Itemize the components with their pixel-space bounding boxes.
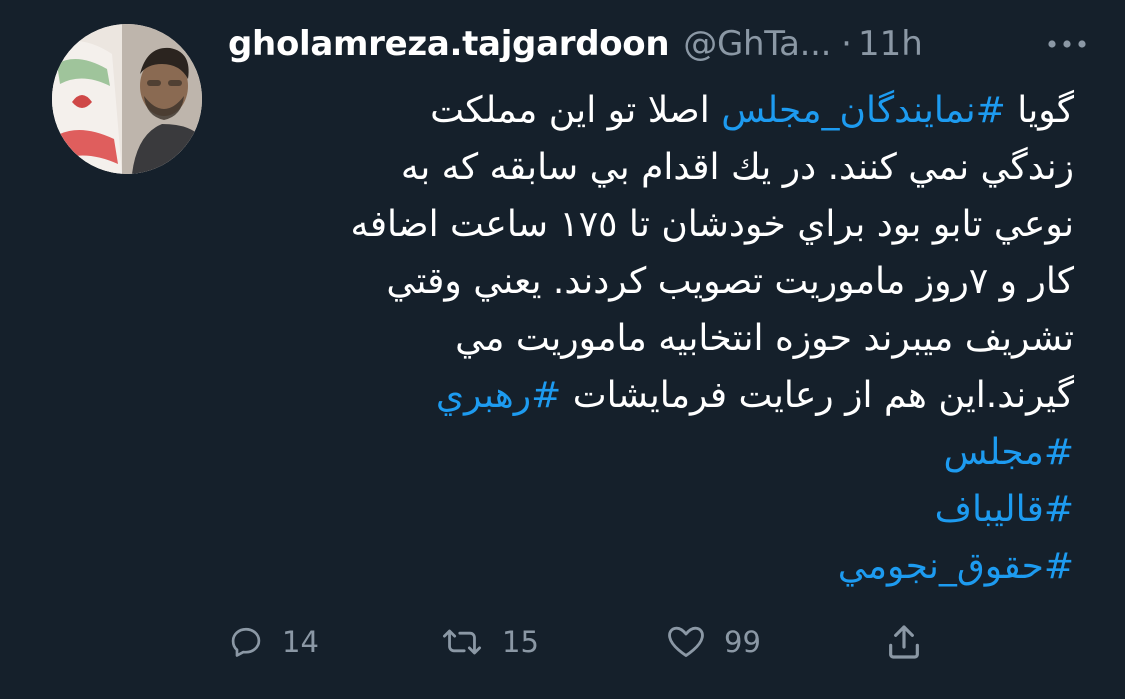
reply-icon bbox=[231, 627, 261, 657]
tweet-text-segment: كار و ٧روز ماموريت تصويب كردند. يعني وقت… bbox=[386, 261, 1074, 302]
header-separator: · bbox=[841, 24, 852, 64]
tweet-text-segment: تشريف ميبرند حوزه انتخابيه ماموريت مي bbox=[455, 318, 1074, 359]
hashtag-link[interactable]: #قاليباف bbox=[935, 489, 1074, 530]
tweet-text-segment: زندگي نمي كنند. در يك اقدام بي سابقه كه … bbox=[400, 147, 1074, 188]
tweet-text-line: #حقوق_نجومي bbox=[238, 538, 1074, 595]
hashtag-link[interactable]: #مجلس bbox=[944, 432, 1075, 473]
tweet-text-segment: گيرند.اين هم از رعايت فرمايشات bbox=[561, 375, 1074, 416]
tweet-text-line: تشريف ميبرند حوزه انتخابيه ماموريت مي bbox=[238, 310, 1074, 367]
tweet-text-line: گویا #نمايندگان_مجلس اصلا تو این مملکت bbox=[238, 82, 1074, 139]
share-icon bbox=[889, 625, 919, 659]
tweet-text-segment: نوعي تابو بود براي خودشان تا ١٧٥ ساعت اض… bbox=[350, 204, 1074, 245]
like-button[interactable]: 99 bbox=[666, 615, 761, 669]
more-options-button[interactable] bbox=[1044, 28, 1090, 60]
share-button[interactable] bbox=[884, 615, 924, 669]
profile-photo-icon bbox=[52, 24, 202, 174]
hashtag-link[interactable]: #رهبري bbox=[436, 375, 561, 416]
tweet-text-line: #قاليباف bbox=[238, 481, 1074, 538]
tweet-actions: 14 15 99 bbox=[0, 615, 1125, 669]
like-count: 99 bbox=[724, 625, 761, 659]
reply-count: 14 bbox=[282, 625, 319, 659]
avatar[interactable] bbox=[52, 24, 202, 174]
hashtag-link[interactable]: #حقوق_نجومي bbox=[838, 546, 1074, 587]
retweet-icon bbox=[443, 629, 481, 655]
reply-button[interactable]: 14 bbox=[228, 615, 319, 669]
tweet-text-line: زندگي نمي كنند. در يك اقدام بي سابقه كه … bbox=[238, 139, 1074, 196]
heart-icon bbox=[668, 626, 704, 657]
tweet-text-segment: گویا bbox=[1005, 90, 1074, 131]
tweet-text-line: گيرند.اين هم از رعايت فرمايشات #رهبري bbox=[238, 367, 1074, 424]
retweet-count: 15 bbox=[502, 625, 539, 659]
tweet-text-line: #مجلس bbox=[238, 424, 1075, 481]
tweet-header: gholamreza.tajgardoon @GhTa... · 11h bbox=[228, 18, 1108, 70]
author-display-name[interactable]: gholamreza.tajgardoon bbox=[228, 24, 670, 64]
author-handle[interactable]: @GhTa... bbox=[683, 24, 831, 64]
tweet-timestamp[interactable]: 11h bbox=[858, 24, 923, 64]
tweet-text: گویا #نمايندگان_مجلس اصلا تو این مملکت زن… bbox=[238, 82, 1074, 595]
retweet-button[interactable]: 15 bbox=[440, 615, 539, 669]
more-horizontal-icon bbox=[1048, 40, 1086, 48]
tweet-text-line: نوعي تابو بود براي خودشان تا ١٧٥ ساعت اض… bbox=[238, 196, 1074, 253]
tweet-text-line: كار و ٧روز ماموريت تصويب كردند. يعني وقت… bbox=[238, 253, 1074, 310]
tweet-text-segment: اصلا تو این مملکت bbox=[430, 90, 722, 131]
hashtag-link[interactable]: #نمايندگان_مجلس bbox=[721, 90, 1006, 131]
